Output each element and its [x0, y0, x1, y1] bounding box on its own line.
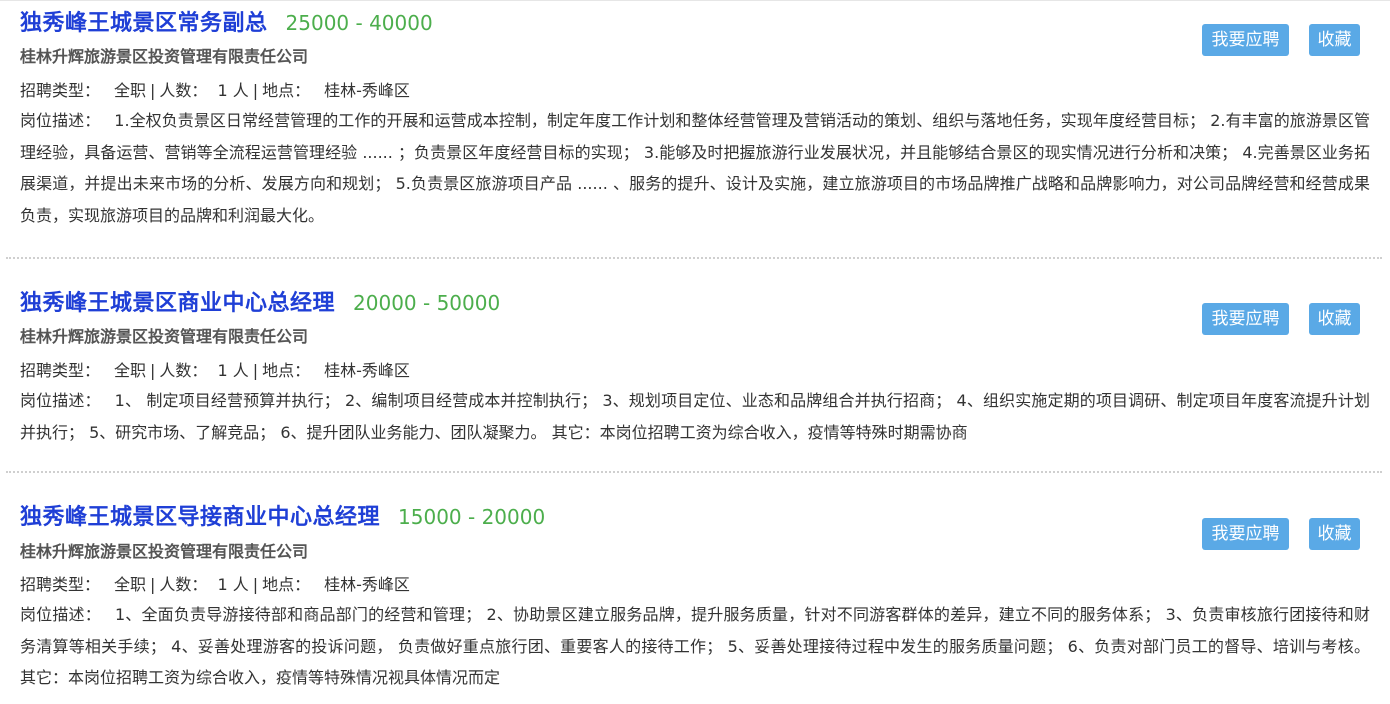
- job-type: 全职: [114, 361, 147, 380]
- apply-button[interactable]: 我要应聘: [1202, 518, 1289, 550]
- desc-label: 岗位描述：: [20, 605, 101, 624]
- desc-label: 岗位描述：: [20, 111, 101, 130]
- job-title-row: 独秀峰王城景区常务副总 25000 - 40000: [20, 5, 433, 37]
- job-type: 全职: [114, 575, 147, 594]
- type-label: 招聘类型：: [20, 81, 101, 100]
- salary-range: 25000 - 40000: [285, 11, 433, 35]
- separator: |: [150, 361, 156, 380]
- desc-text: 1、 制定项目经营预算并执行； 2、编制项目经营成本并控制执行； 3、规划项目定…: [20, 391, 1370, 442]
- separator: |: [150, 81, 156, 100]
- job-description: 岗位描述： 1、 制定项目经营预算并执行； 2、编制项目经营成本并控制执行； 3、…: [20, 385, 1370, 448]
- job-location: 桂林-秀峰区: [324, 575, 410, 594]
- company-name: 桂林升辉旅游景区投资管理有限责任公司: [20, 327, 309, 346]
- separator: |: [252, 81, 259, 100]
- desc-text: 1.全权负责景区日常经营管理的工作的开展和运营成本控制，制定年度工作计划和整体经…: [20, 111, 1370, 225]
- job-listing: 独秀峰王城景区商业中心总经理 20000 - 50000 桂林升辉旅游景区投资管理…: [0, 258, 1390, 472]
- job-meta: 招聘类型： 全职 | 人数： 1 人 | 地点： 桂林-秀峰区: [20, 357, 410, 381]
- apply-button[interactable]: 我要应聘: [1202, 24, 1289, 56]
- job-meta: 招聘类型： 全职 | 人数： 1 人 | 地点： 桂林-秀峰区: [20, 77, 410, 101]
- separator: |: [252, 361, 259, 380]
- type-label: 招聘类型：: [20, 361, 101, 380]
- job-description: 岗位描述： 1.全权负责景区日常经营管理的工作的开展和运营成本控制，制定年度工作计…: [20, 105, 1370, 231]
- apply-button[interactable]: 我要应聘: [1202, 303, 1289, 335]
- desc-label: 岗位描述：: [20, 391, 101, 410]
- location-label: 地点：: [262, 81, 311, 100]
- company-name: 桂林升辉旅游景区投资管理有限责任公司: [20, 542, 309, 561]
- job-list: 独秀峰王城景区常务副总 25000 - 40000 桂林升辉旅游景区投资管理有限责…: [0, 0, 1390, 704]
- salary-range: 20000 - 50000: [353, 291, 501, 315]
- head-count: 1 人: [217, 575, 249, 594]
- count-label: 人数：: [159, 575, 208, 594]
- favorite-button[interactable]: 收藏: [1309, 24, 1360, 56]
- desc-text: 1、全面负责导游接待部和商品部门的经营和管理； 2、协助景区建立服务品牌，提升服…: [20, 605, 1370, 687]
- separator: |: [150, 575, 156, 594]
- count-label: 人数：: [159, 81, 208, 100]
- job-listing: 独秀峰王城景区常务副总 25000 - 40000 桂林升辉旅游景区投资管理有限责…: [0, 1, 1390, 258]
- head-count: 1 人: [217, 361, 249, 380]
- company-name: 桂林升辉旅游景区投资管理有限责任公司: [20, 47, 309, 66]
- favorite-button[interactable]: 收藏: [1309, 303, 1360, 335]
- job-title-row: 独秀峰王城景区导接商业中心总经理 15000 - 20000: [20, 499, 545, 531]
- favorite-button[interactable]: 收藏: [1309, 518, 1360, 550]
- count-label: 人数：: [159, 361, 208, 380]
- type-label: 招聘类型：: [20, 575, 101, 594]
- location-label: 地点：: [262, 575, 311, 594]
- separator: |: [252, 575, 259, 594]
- job-location: 桂林-秀峰区: [324, 361, 410, 380]
- job-location: 桂林-秀峰区: [324, 81, 410, 100]
- job-description: 岗位描述： 1、全面负责导游接待部和商品部门的经营和管理； 2、协助景区建立服务品…: [20, 599, 1370, 694]
- job-listing: 独秀峰王城景区导接商业中心总经理 15000 - 20000 桂林升辉旅游景区投资…: [0, 472, 1390, 704]
- job-title-row: 独秀峰王城景区商业中心总经理 20000 - 50000: [20, 285, 500, 317]
- job-meta: 招聘类型： 全职 | 人数： 1 人 | 地点： 桂林-秀峰区: [20, 571, 410, 595]
- salary-range: 15000 - 20000: [398, 505, 546, 529]
- location-label: 地点：: [262, 361, 311, 380]
- head-count: 1 人: [217, 81, 249, 100]
- job-title-link[interactable]: 独秀峰王城景区常务副总: [20, 11, 268, 36]
- job-title-link[interactable]: 独秀峰王城景区商业中心总经理: [20, 291, 335, 316]
- job-title-link[interactable]: 独秀峰王城景区导接商业中心总经理: [20, 505, 380, 530]
- job-type: 全职: [114, 81, 147, 100]
